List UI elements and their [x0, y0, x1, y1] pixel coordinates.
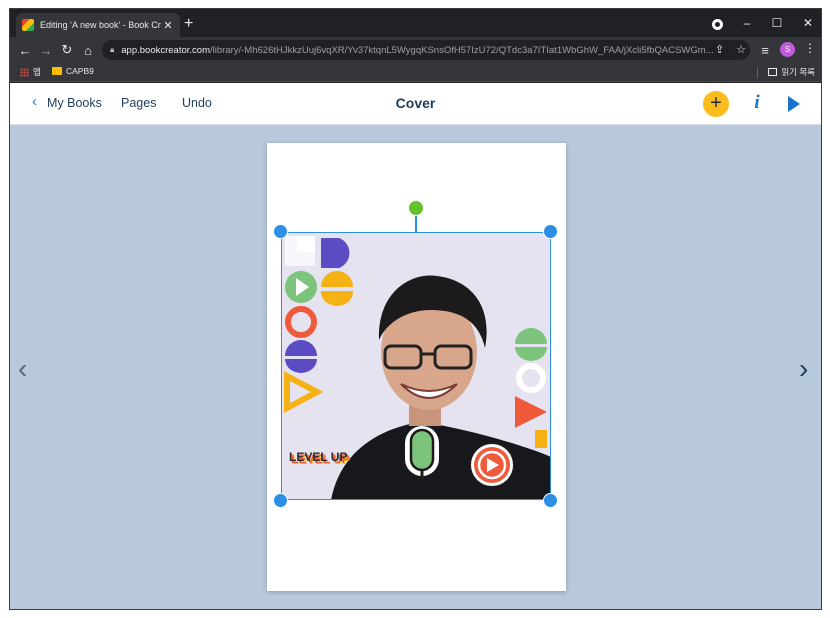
book-page[interactable]: LEVEL UP	[267, 143, 566, 591]
address-bar[interactable]: 🔒︎ app.bookcreator.com /library/-Mh626tH…	[102, 40, 750, 60]
reading-list-label: 읽기 목록	[781, 67, 815, 77]
chevron-left-icon[interactable]: ‹	[32, 93, 37, 110]
url-host: app.bookcreator.com	[121, 44, 210, 56]
bookmark-folder[interactable]: CAPB9	[52, 66, 94, 76]
my-books-link[interactable]: My Books	[47, 96, 102, 110]
share-icon[interactable]: ⇪	[715, 43, 724, 56]
browser-tab[interactable]: Editing ‘A new book’ - Book Cr ✕	[16, 13, 180, 37]
undo-button[interactable]: Undo	[182, 96, 212, 110]
resize-handle-top-left[interactable]	[273, 224, 288, 239]
forward-arrow-icon[interactable]: →	[37, 41, 55, 59]
new-tab-button[interactable]: +	[184, 15, 193, 33]
next-page-chevron-icon[interactable]: ›	[799, 354, 808, 384]
url-path: /library/-Mh626tHJkkzUuj6vqXR/Yv37ktqnL5…	[210, 44, 714, 56]
apps-grid-icon	[20, 67, 29, 77]
browser-toolbar: ← → ↻ ⌂ 🔒︎ app.bookcreator.com /library/…	[10, 37, 821, 63]
bookmark-folder-label: CAPB9	[66, 66, 94, 76]
browser-window: Editing ‘A new book’ - Book Cr ✕ + – ☐ ✕…	[9, 8, 822, 610]
resize-handle-bottom-right[interactable]	[543, 493, 558, 508]
previous-page-chevron-icon[interactable]: ‹	[18, 354, 27, 384]
info-icon[interactable]: i	[749, 92, 765, 116]
lock-icon: 🔒︎	[110, 45, 115, 54]
book-creator-favicon-icon	[22, 19, 34, 31]
minimize-button[interactable]: –	[732, 9, 762, 37]
resize-handle-bottom-left[interactable]	[273, 493, 288, 508]
more-menu-icon[interactable]: ⋮	[804, 41, 816, 55]
app-header: ‹ My Books Pages Undo Cover + i	[10, 83, 821, 125]
reading-list-icon	[768, 68, 778, 76]
divider	[757, 66, 759, 78]
play-icon[interactable]	[788, 96, 800, 112]
tab-search-icon[interactable]	[712, 19, 723, 30]
pages-link[interactable]: Pages	[121, 96, 156, 110]
tab-title: Editing ‘A new book’ - Book Cr	[40, 20, 161, 30]
resize-handle-top-right[interactable]	[543, 224, 558, 239]
add-plus-icon[interactable]: +	[703, 91, 729, 117]
close-tab-icon[interactable]: ✕	[162, 19, 174, 32]
book-creator-app: ‹ My Books Pages Undo Cover + i ‹ › LEVE…	[10, 83, 821, 609]
reload-icon[interactable]: ↻	[58, 41, 76, 59]
bookmark-apps[interactable]: 앱	[20, 66, 41, 78]
tab-strip: Editing ‘A new book’ - Book Cr ✕ + – ☐ ✕	[10, 9, 821, 37]
reading-list-button[interactable]: 읽기 목록	[757, 66, 815, 78]
profile-avatar[interactable]: S	[780, 42, 795, 57]
bookmark-apps-label: 앱	[33, 67, 41, 77]
bookmark-star-icon[interactable]: ☆	[736, 43, 746, 56]
home-icon[interactable]: ⌂	[79, 41, 97, 59]
selection-frame[interactable]	[281, 232, 551, 500]
close-window-button[interactable]: ✕	[793, 9, 821, 37]
back-arrow-icon[interactable]: ←	[16, 41, 34, 59]
folder-icon	[52, 67, 62, 75]
rotate-stem	[415, 216, 417, 232]
maximize-button[interactable]: ☐	[762, 9, 792, 37]
rotate-handle[interactable]	[409, 201, 423, 215]
reading-list-icon[interactable]: ≡	[756, 41, 774, 59]
bookmarks-bar: 앱 CAPB9 읽기 목록	[10, 63, 821, 82]
